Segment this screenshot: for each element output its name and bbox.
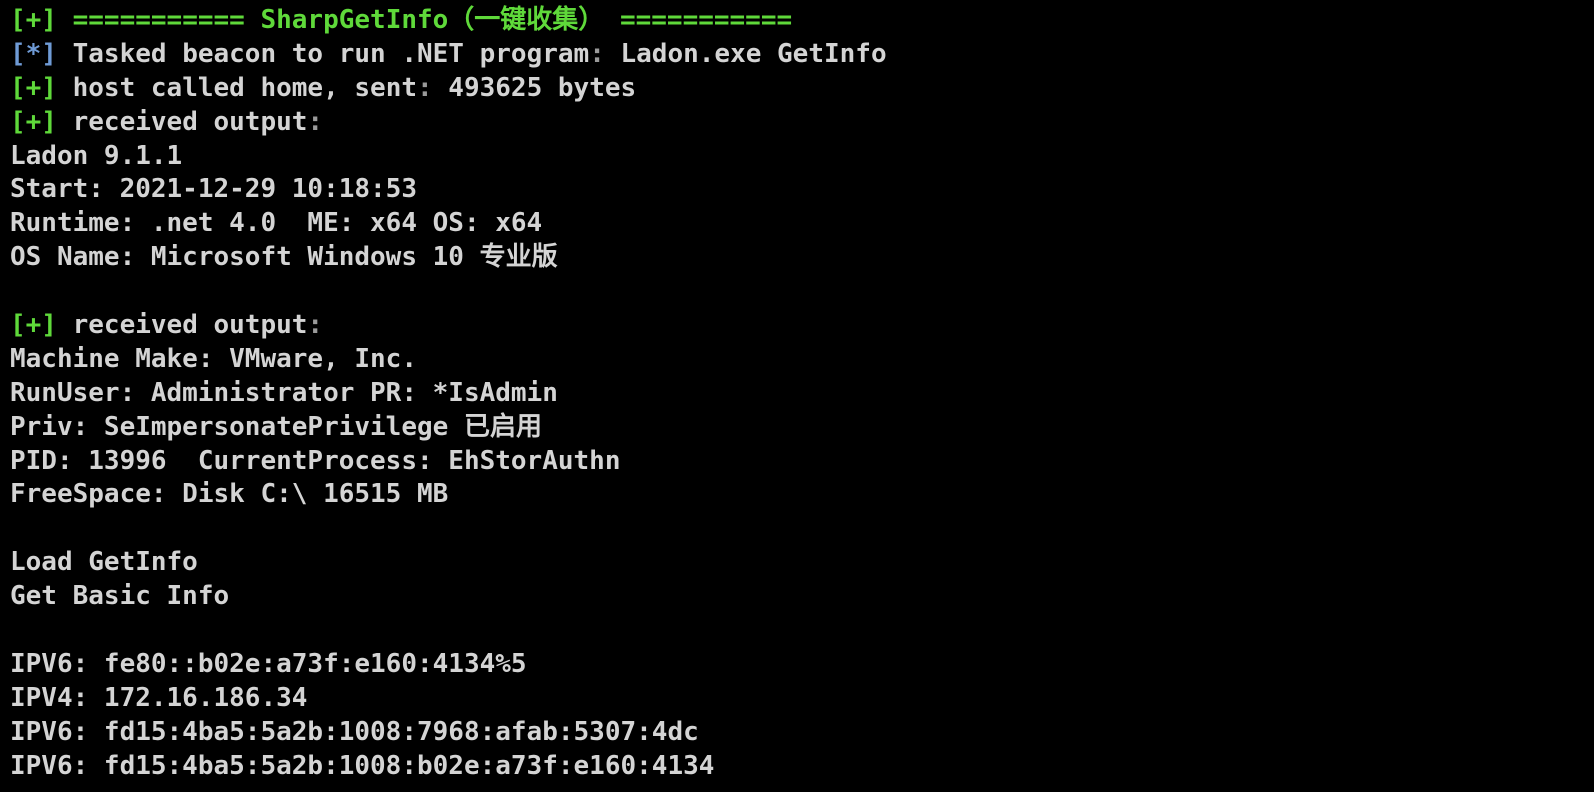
- log-line: [+] received output:: [10, 106, 887, 140]
- log-separator: :: [307, 106, 324, 137]
- output-line: RunUser: Administrator PR: *IsAdmin: [10, 377, 558, 408]
- log-line: [*] Tasked beacon to run .NET program: L…: [10, 38, 887, 72]
- log-separator: :: [417, 72, 433, 103]
- output-line: IPV6: fd15:4ba5:5a2b:1008:7968:afab:5307…: [10, 716, 699, 747]
- success-marker: [+]: [10, 72, 57, 103]
- output-line: Priv: SeImpersonatePrivilege 已启用: [10, 411, 542, 442]
- info-marker: [*]: [10, 38, 57, 69]
- log-text: received output: [56, 310, 308, 341]
- output-line: PID: 13996 CurrentProcess: EhStorAuthn: [10, 445, 621, 476]
- output-line: OS Name: Microsoft Windows 10 专业版: [10, 242, 558, 273]
- log-line: [+] received output:: [10, 309, 887, 343]
- log-line: [+] host called home, sent: 493625 bytes: [10, 72, 887, 106]
- output-line: Start: 2021-12-29 10:18:53: [10, 174, 417, 205]
- terminal-window: [+] =========== SharpGetInfo（一键收集） =====…: [0, 0, 1594, 792]
- log-value: 493625 bytes: [432, 72, 637, 103]
- log-value: Ladon.exe GetInfo: [604, 38, 887, 69]
- output-line: IPV4: 172.16.186.34: [10, 682, 308, 713]
- header-text: =========== SharpGetInfo（一键收集） =========…: [56, 5, 793, 35]
- output-line: FreeSpace: Disk C:\ 16515 MB: [10, 479, 449, 510]
- log-separator: :: [307, 310, 324, 341]
- terminal-output: [+] =========== SharpGetInfo（一键收集） =====…: [10, 4, 887, 783]
- output-line: IPV6: fd15:4ba5:5a2b:1008:b02e:a73f:e160…: [10, 750, 715, 781]
- log-text: Tasked beacon to run .NET program: [56, 38, 590, 69]
- output-line: IPV6: fe80::b02e:a73f:e160:4134%5: [10, 648, 527, 679]
- success-marker: [+]: [10, 310, 57, 341]
- log-text: received output: [56, 106, 308, 137]
- output-line: Get Basic Info: [10, 581, 230, 612]
- output-line: Ladon 9.1.1: [10, 140, 183, 171]
- output-line: Load GetInfo: [10, 547, 198, 578]
- success-marker: [+]: [10, 5, 57, 35]
- output-line: Runtime: .net 4.0 ME: x64 OS: x64: [10, 208, 543, 239]
- success-marker: [+]: [10, 106, 57, 137]
- header-line: [+] =========== SharpGetInfo（一键收集） =====…: [10, 4, 887, 38]
- log-text: host called home, sent: [56, 72, 417, 103]
- output-line: Machine Make: VMware, Inc.: [10, 343, 417, 374]
- log-separator: :: [589, 38, 605, 69]
